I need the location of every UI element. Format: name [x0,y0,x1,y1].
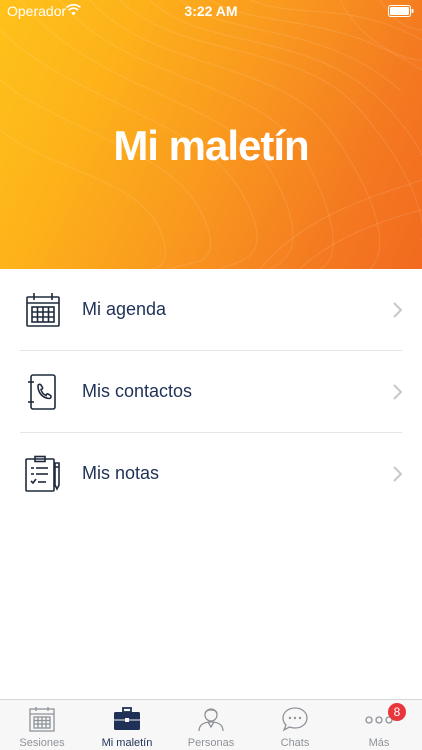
tab-personas[interactable]: Personas [169,700,253,750]
tab-label: Más [368,737,390,749]
menu-item-agenda[interactable]: Mi agenda [0,269,422,351]
chevron-right-icon [393,466,402,482]
tab-chats[interactable]: Chats [253,700,337,750]
chevron-right-icon [393,384,402,400]
contact-book-icon [28,374,56,410]
menu-item-label: Mis contactos [82,381,193,401]
notification-badge: 8 [388,703,406,721]
calendar-icon [29,707,55,732]
chat-bubble-icon [282,707,308,732]
menu-item-label: Mi agenda [82,299,167,319]
menu-item-contactos[interactable]: Mis contactos [0,351,422,433]
notes-clipboard-icon [25,455,60,492]
menu-item-notas[interactable]: Mis notas [0,433,422,515]
briefcase-icon [114,707,140,730]
page-title: Mi maletín [113,122,309,169]
status-time: 3:22 AM [184,3,238,19]
tab-label: Chats [280,737,310,749]
person-icon [198,708,224,732]
menu-item-label: Mis notas [82,463,160,483]
chevron-right-icon [393,302,402,318]
tab-label: Mi maletín [101,737,153,749]
tab-label: Personas [187,737,235,749]
menu-list: Mi agenda Mis contactos Mis notas [0,269,422,515]
tab-sesiones[interactable]: Sesiones [0,700,84,750]
tab-label: Sesiones [19,737,65,749]
tab-bar: Sesiones Mi maletín Personas Chats Más [0,699,422,750]
calendar-icon [26,293,60,327]
tab-mas[interactable]: Más [337,700,421,750]
tab-mi-maletin[interactable]: Mi maletín [85,700,169,750]
status-bar: Operador 3:22 AM [0,0,422,22]
battery-icon [388,5,414,17]
